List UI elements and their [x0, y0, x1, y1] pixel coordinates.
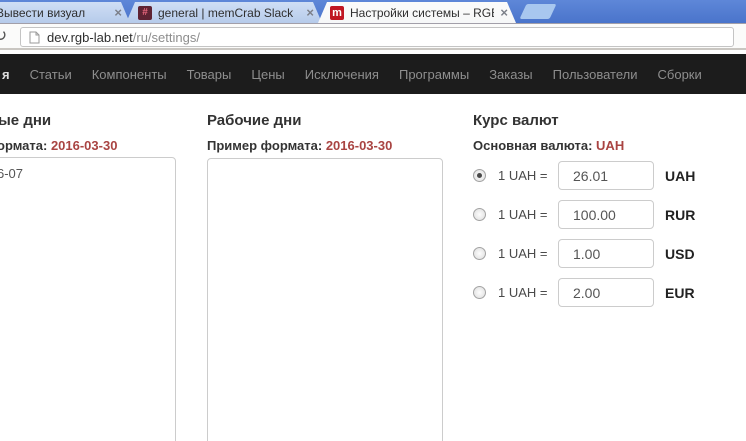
- nav-item[interactable]: Программы: [399, 67, 469, 82]
- rate-prefix-label: 1 UAH =: [498, 207, 558, 222]
- nav-item[interactable]: Статьи: [30, 67, 72, 82]
- nav-item[interactable]: Пользователи: [553, 67, 638, 82]
- nav-item[interactable]: Исключения: [305, 67, 379, 82]
- currency-radio[interactable]: [473, 169, 486, 182]
- nav-item[interactable]: Компоненты: [92, 67, 167, 82]
- screen: 78] Вывести визуал × # general | memCrab…: [0, 0, 746, 441]
- currency-radio[interactable]: [473, 247, 486, 260]
- memcrab-m-icon: m: [330, 6, 344, 20]
- rate-prefix-label: 1 UAH =: [498, 246, 558, 261]
- rate-input[interactable]: [558, 161, 654, 190]
- browser-tab-2[interactable]: # general | memCrab Slack ×: [126, 2, 322, 23]
- rate-input[interactable]: [558, 200, 654, 229]
- nav-item[interactable]: Заказы: [489, 67, 532, 82]
- base-currency-label-text: Основная валюта:: [473, 138, 592, 153]
- rate-input[interactable]: [558, 278, 654, 307]
- nav-item[interactable]: Товары: [187, 67, 232, 82]
- browser-tab-strip: 78] Вывести визуал × # general | memCrab…: [0, 0, 746, 23]
- workdays-textarea[interactable]: [207, 158, 443, 441]
- base-currency-label: Основная валюта: UAH: [473, 138, 624, 153]
- currency-row: 1 UAH = UAH: [473, 160, 695, 191]
- currency-code-label: UAH: [665, 168, 695, 184]
- format-example: 2016-03-30: [51, 138, 118, 153]
- reload-icon[interactable]: ↻: [0, 26, 7, 46]
- currency-code-label: USD: [665, 246, 695, 262]
- currency-rows: 1 UAH = UAH 1 UAH = RUR 1 UAH = USD 1 UA…: [473, 160, 695, 316]
- url-text: dev.rgb-lab.net/ru/settings/: [47, 30, 200, 45]
- nav-item[interactable]: Сборки: [658, 67, 702, 82]
- url-host: dev.rgb-lab.net: [47, 30, 133, 45]
- currency-row: 1 UAH = USD: [473, 238, 695, 269]
- page-icon: [29, 31, 40, 44]
- currency-row: 1 UAH = EUR: [473, 277, 695, 308]
- currency-radio[interactable]: [473, 286, 486, 299]
- rate-input[interactable]: [558, 239, 654, 268]
- currency-radio[interactable]: [473, 208, 486, 221]
- site-navbar: я Статьи Компоненты Товары Цены Исключен…: [0, 54, 746, 94]
- browser-toolbar: ↻ dev.rgb-lab.net/ru/settings/: [0, 23, 746, 50]
- format-label-text: Пример формата:: [207, 138, 322, 153]
- holidays-textarea[interactable]: 6-07: [0, 157, 176, 441]
- currency-code-label: EUR: [665, 285, 695, 301]
- holidays-format-label: ормата: 2016-03-30: [0, 138, 117, 153]
- currency-row: 1 UAH = RUR: [473, 199, 695, 230]
- close-icon[interactable]: ×: [114, 6, 122, 19]
- close-icon[interactable]: ×: [306, 6, 314, 19]
- close-icon[interactable]: ×: [500, 6, 508, 19]
- tab-title: Настройки системы – RGB: [350, 6, 494, 20]
- browser-tab-3-active[interactable]: m Настройки системы – RGB ×: [318, 2, 516, 23]
- nav-item[interactable]: Цены: [251, 67, 284, 82]
- base-currency-value: UAH: [596, 138, 624, 153]
- holidays-heading-partial: ые дни: [0, 112, 51, 129]
- address-bar[interactable]: dev.rgb-lab.net/ru/settings/: [20, 27, 734, 47]
- rate-prefix-label: 1 UAH =: [498, 285, 558, 300]
- format-example: 2016-03-30: [326, 138, 393, 153]
- format-label-text: ормата:: [0, 138, 47, 153]
- currency-code-label: RUR: [665, 207, 695, 223]
- currency-heading: Курс валют: [473, 112, 559, 129]
- tab-title: general | memCrab Slack: [158, 6, 300, 20]
- tab-title: 78] Вывести визуал: [0, 6, 108, 20]
- new-tab-button[interactable]: [520, 4, 557, 19]
- workdays-format-label: Пример формата: 2016-03-30: [207, 138, 392, 153]
- workdays-heading: Рабочие дни: [207, 112, 301, 129]
- nav-item-active-partial[interactable]: я: [2, 67, 10, 82]
- rate-prefix-label: 1 UAH =: [498, 168, 558, 183]
- url-path: /ru/settings/: [133, 30, 200, 45]
- slack-hash-icon: #: [138, 6, 152, 20]
- browser-tab-1[interactable]: 78] Вывести визуал ×: [0, 2, 130, 23]
